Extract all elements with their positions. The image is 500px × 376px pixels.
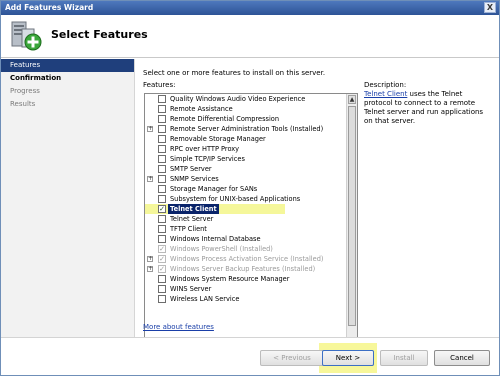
- list-scrollbar[interactable]: ▲ ▼: [346, 94, 357, 370]
- feature-row[interactable]: + ✓ Windows Server Backup Features (Instal…: [145, 264, 346, 274]
- feature-label: Windows System Resource Manager: [170, 275, 290, 283]
- window-title: Add Features Wizard: [5, 3, 94, 12]
- nav-step-progress: Progress: [10, 87, 40, 95]
- feature-row[interactable]: + Remote Server Administration Tools (Ins…: [145, 124, 346, 134]
- feature-checkbox[interactable]: [158, 195, 166, 203]
- previous-button[interactable]: < Previous: [260, 350, 324, 366]
- feature-label: Windows Internal Database: [170, 235, 261, 243]
- feature-label: Remote Server Administration Tools (Inst…: [170, 125, 324, 133]
- feature-checkbox: ✓: [158, 245, 166, 253]
- feature-label: Removable Storage Manager: [170, 135, 266, 143]
- feature-label: SMTP Server: [170, 165, 212, 173]
- feature-label: Storage Manager for SANs: [170, 185, 258, 193]
- feature-label: RPC over HTTP Proxy: [170, 145, 240, 153]
- feature-row[interactable]: Remote Assistance: [145, 104, 346, 114]
- feature-row[interactable]: WINS Server: [145, 284, 346, 294]
- description-text: Telnet Client uses the Telnet protocol t…: [364, 90, 492, 126]
- feature-label: Remote Assistance: [170, 105, 233, 113]
- feature-checkbox[interactable]: [158, 135, 166, 143]
- feature-label: Windows Server Backup Features (Installe…: [170, 265, 316, 273]
- feature-label: Quality Windows Audio Video Experience: [170, 95, 306, 103]
- wizard-step-nav: Features Confirmation Progress Results: [1, 59, 135, 351]
- feature-checkbox[interactable]: [158, 285, 166, 293]
- feature-label: Telnet Server: [170, 215, 214, 223]
- feature-checkbox[interactable]: [158, 155, 166, 163]
- nav-step-confirmation[interactable]: Confirmation: [1, 72, 134, 85]
- feature-row[interactable]: Remote Differential Compression: [145, 114, 346, 124]
- description-label: Description:: [364, 81, 407, 89]
- feature-label: SNMP Services: [170, 175, 219, 183]
- title-bar: Add Features Wizard X: [1, 1, 499, 15]
- feature-checkbox[interactable]: [158, 215, 166, 223]
- feature-checkbox[interactable]: [158, 105, 166, 113]
- next-button[interactable]: Next >: [322, 350, 374, 366]
- expand-icon[interactable]: +: [147, 256, 153, 262]
- feature-row[interactable]: ✓ Telnet Client: [145, 204, 285, 214]
- feature-label: Simple TCP/IP Services: [170, 155, 245, 163]
- feature-row[interactable]: Storage Manager for SANs: [145, 184, 346, 194]
- feature-checkbox[interactable]: [158, 165, 166, 173]
- feature-row[interactable]: Quality Windows Audio Video Experience: [145, 94, 346, 104]
- feature-row[interactable]: + SNMP Services: [145, 174, 346, 184]
- feature-label: Subsystem for UNIX-based Applications: [170, 195, 301, 203]
- feature-label: Windows PowerShell (Installed): [170, 245, 273, 253]
- feature-label: Remote Differential Compression: [170, 115, 280, 123]
- expand-icon[interactable]: +: [147, 126, 153, 132]
- feature-row[interactable]: RPC over HTTP Proxy: [145, 144, 346, 154]
- feature-checkbox[interactable]: [158, 115, 166, 123]
- close-button[interactable]: X: [484, 2, 496, 13]
- feature-row[interactable]: Windows System Resource Manager: [145, 274, 346, 284]
- nav-step-results: Results: [10, 100, 36, 108]
- feature-checkbox[interactable]: ✓: [158, 205, 166, 213]
- feature-checkbox[interactable]: [158, 225, 166, 233]
- nav-step-features[interactable]: Features: [1, 59, 134, 72]
- feature-label: TFTP Client: [170, 225, 207, 233]
- feature-row[interactable]: Subsystem for UNIX-based Applications: [145, 194, 346, 204]
- feature-checkbox: ✓: [158, 265, 166, 273]
- features-wizard-icon: [11, 21, 42, 51]
- expand-icon[interactable]: +: [147, 176, 153, 182]
- feature-checkbox[interactable]: [158, 275, 166, 283]
- scroll-up-icon[interactable]: ▲: [348, 95, 356, 104]
- main-content: Select one or more features to install o…: [136, 59, 499, 371]
- cancel-button[interactable]: Cancel: [434, 350, 490, 366]
- more-about-features-link[interactable]: More about features: [143, 323, 214, 331]
- feature-row[interactable]: Simple TCP/IP Services: [145, 154, 346, 164]
- wizard-header: Select Features: [1, 15, 499, 58]
- feature-label: WINS Server: [170, 285, 212, 293]
- feature-label: Telnet Client: [168, 204, 219, 214]
- feature-checkbox[interactable]: [158, 95, 166, 103]
- feature-row[interactable]: Windows Internal Database: [145, 234, 346, 244]
- intro-text: Select one or more features to install o…: [143, 69, 326, 77]
- feature-label: Wireless LAN Service: [170, 295, 240, 303]
- add-features-wizard-window: Add Features Wizard X Select Features Fe…: [0, 0, 500, 376]
- feature-row[interactable]: Telnet Server: [145, 214, 346, 224]
- wizard-footer: < Previous Next > Install Cancel: [1, 337, 499, 375]
- description-link[interactable]: Telnet Client: [364, 90, 407, 98]
- install-button[interactable]: Install: [380, 350, 428, 366]
- feature-row[interactable]: Wireless LAN Service: [145, 294, 346, 304]
- feature-checkbox[interactable]: [158, 185, 166, 193]
- feature-row[interactable]: ✓ Windows PowerShell (Installed): [145, 244, 346, 254]
- feature-checkbox[interactable]: [158, 175, 166, 183]
- feature-row[interactable]: Removable Storage Manager: [145, 134, 346, 144]
- feature-checkbox[interactable]: [158, 235, 166, 243]
- page-title: Select Features: [51, 28, 148, 41]
- feature-label: Windows Process Activation Service (Inst…: [170, 255, 324, 263]
- feature-row[interactable]: SMTP Server: [145, 164, 346, 174]
- feature-row[interactable]: + ✓ Windows Process Activation Service (In…: [145, 254, 346, 264]
- feature-checkbox[interactable]: [158, 295, 166, 303]
- scroll-thumb[interactable]: [348, 106, 356, 326]
- feature-checkbox: ✓: [158, 255, 166, 263]
- feature-checkbox[interactable]: [158, 145, 166, 153]
- feature-checkbox[interactable]: [158, 125, 166, 133]
- feature-row[interactable]: TFTP Client: [145, 224, 346, 234]
- expand-icon[interactable]: +: [147, 266, 153, 272]
- features-label: Features:: [143, 81, 176, 89]
